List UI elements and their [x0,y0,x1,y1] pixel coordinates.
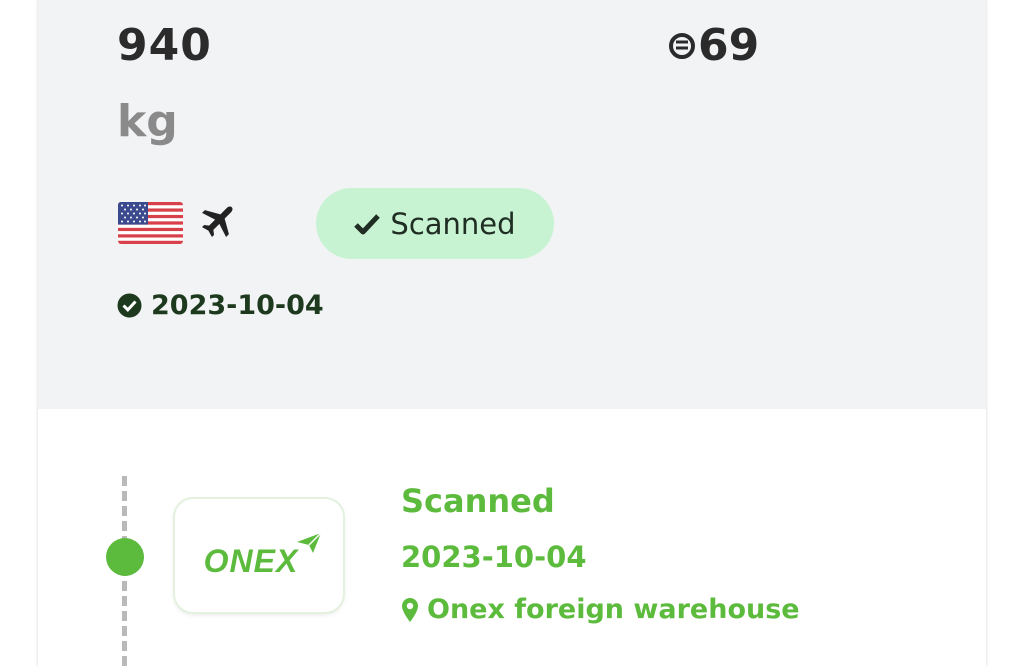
event-status: Scanned [401,482,555,520]
location-pin-icon [401,597,419,623]
scan-date-value: 2023-10-04 [151,290,324,321]
check-icon [354,213,381,235]
price-value: 69 [698,20,760,71]
weight-unit: kg [117,96,178,147]
carrier-logo: ONEX [175,499,343,612]
airplane-icon [199,200,239,240]
package-summary: 940 kg 69 Scanned 2023-10-04 [38,0,986,409]
currency-icon [668,32,696,60]
us-flag-icon [118,202,183,244]
check-circle-icon [117,293,142,318]
package-card: 940 kg 69 Scanned 2023-10-04 ONEX Scanne… [38,0,986,666]
status-badge: Scanned [316,188,554,259]
event-location: Onex foreign warehouse [401,594,800,625]
status-label: Scanned [390,206,516,241]
event-location-label: Onex foreign warehouse [427,594,800,625]
weight-value: 940 [117,20,212,71]
timeline-dot [106,538,144,576]
paper-plane-icon [296,525,322,562]
carrier-logo-text: ONEX [204,532,322,580]
event-date: 2023-10-04 [401,540,587,574]
scan-date: 2023-10-04 [117,290,324,321]
price: 69 [668,20,759,71]
